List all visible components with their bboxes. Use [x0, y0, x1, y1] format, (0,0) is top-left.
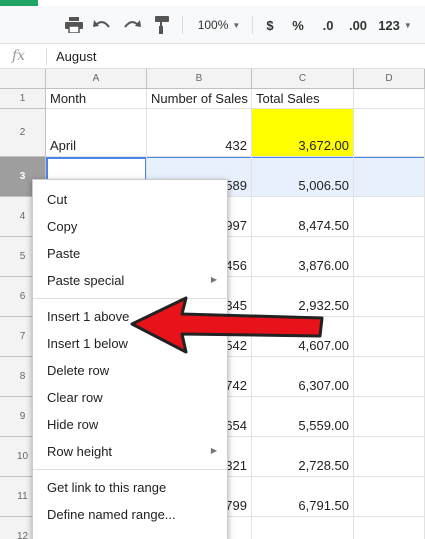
- cell-b1[interactable]: Number of Sales: [147, 89, 252, 109]
- row-header[interactable]: 1: [0, 89, 46, 109]
- column-header-b[interactable]: B: [147, 69, 252, 89]
- menu-item-label: Paste special: [47, 273, 125, 288]
- zoom-select[interactable]: 100% ▼: [194, 14, 244, 36]
- menu-item-label: Row height: [47, 444, 113, 459]
- redo-icon[interactable]: [122, 14, 142, 36]
- undo-icon[interactable]: [92, 14, 112, 36]
- cell-a2[interactable]: April: [46, 109, 147, 157]
- menu-item-label: Delete row: [47, 363, 110, 378]
- cell-c2[interactable]: 3,672.00: [252, 109, 354, 157]
- currency-format-button[interactable]: $: [262, 14, 278, 36]
- cell-d3[interactable]: [354, 157, 425, 197]
- formula-input[interactable]: August: [56, 49, 96, 64]
- paint-format-icon[interactable]: [152, 14, 172, 36]
- row-header[interactable]: 2: [0, 109, 46, 157]
- cell-c4[interactable]: 8,474.50: [252, 197, 354, 237]
- cell-d12[interactable]: [354, 517, 425, 539]
- print-icon[interactable]: [64, 14, 84, 36]
- cell-c5[interactable]: 3,876.00: [252, 237, 354, 277]
- cell-d9[interactable]: [354, 397, 425, 437]
- menu-item-label: Paste: [47, 246, 81, 261]
- column-header-d[interactable]: D: [354, 69, 425, 89]
- cell-a1[interactable]: Month: [46, 89, 147, 109]
- decrease-decimal-label: .0: [322, 17, 334, 33]
- cell-b2[interactable]: 432: [147, 109, 252, 157]
- menu-item-clear-row[interactable]: Clear row: [33, 384, 227, 411]
- more-formats-button[interactable]: 123 ▼: [378, 14, 412, 36]
- cell-c12[interactable]: [252, 517, 354, 539]
- menu-item-hide-row[interactable]: Hide row: [33, 411, 227, 438]
- cell-d2[interactable]: [354, 109, 425, 157]
- zoom-value: 100%: [197, 18, 229, 32]
- cell-d5[interactable]: [354, 237, 425, 277]
- percent-format-button[interactable]: %: [290, 14, 306, 36]
- menu-item-paste[interactable]: Paste: [33, 240, 227, 267]
- menu-item-paste-special[interactable]: Paste special ▶: [33, 267, 227, 294]
- increase-decimal-button[interactable]: .00: [346, 14, 370, 36]
- menu-item-copy[interactable]: Copy: [33, 213, 227, 240]
- menu-item-define-named-range[interactable]: Define named range...: [33, 501, 227, 528]
- cell-d11[interactable]: [354, 477, 425, 517]
- cell-d7[interactable]: [354, 317, 425, 357]
- cell-c1[interactable]: Total Sales: [252, 89, 354, 109]
- menu-item-get-link[interactable]: Get link to this range: [33, 474, 227, 501]
- menu-item-label: Clear row: [47, 390, 103, 405]
- cell-d10[interactable]: [354, 437, 425, 477]
- column-header-c[interactable]: C: [252, 69, 354, 89]
- menu-item-label: Copy: [47, 219, 78, 234]
- select-all-corner[interactable]: [0, 69, 46, 89]
- annotation-arrow-icon: [130, 296, 324, 354]
- context-menu: Cut Copy Paste Paste special ▶ Insert 1 a…: [32, 179, 228, 539]
- cell-d8[interactable]: [354, 357, 425, 397]
- toolbar-divider: [252, 16, 253, 34]
- submenu-arrow-icon: ▶: [210, 446, 217, 455]
- cell-d4[interactable]: [354, 197, 425, 237]
- chevron-down-icon: ▼: [403, 20, 412, 30]
- cell-c8[interactable]: 6,307.00: [252, 357, 354, 397]
- cell-d1[interactable]: [354, 89, 425, 109]
- menu-item-label: Insert 1 below: [47, 336, 128, 351]
- cell-c3[interactable]: 5,006.50: [252, 157, 354, 197]
- cell-c9[interactable]: 5,559.00: [252, 397, 354, 437]
- cell-c10[interactable]: 2,728.50: [252, 437, 354, 477]
- menu-item-cut[interactable]: Cut: [33, 186, 227, 213]
- formula-bar: fx August: [0, 44, 425, 69]
- column-header-a[interactable]: A: [46, 69, 147, 89]
- more-formats-label: 123: [378, 17, 400, 33]
- menu-item-delete-row[interactable]: Delete row: [33, 357, 227, 384]
- toolbar-divider: [182, 16, 183, 34]
- decrease-decimal-button[interactable]: .0: [318, 14, 338, 36]
- menu-divider: [33, 469, 227, 470]
- menu-item-label: Insert 1 above: [47, 309, 130, 324]
- increase-decimal-label: .00: [348, 17, 368, 33]
- menu-item-label: Hide row: [47, 417, 99, 432]
- menu-item-row-height[interactable]: Row height ▶: [33, 438, 227, 465]
- menu-item-label: Cut: [47, 192, 68, 207]
- submenu-arrow-icon: ▶: [210, 275, 217, 284]
- menu-item-label: Define named range...: [47, 507, 176, 522]
- formula-divider: [46, 48, 47, 65]
- toolbar: 100% ▼ $ % .0 .00 123 ▼: [0, 6, 425, 44]
- fx-icon: fx: [12, 48, 26, 64]
- chevron-down-icon: ▼: [232, 20, 241, 30]
- menu-item-label: Get link to this range: [47, 480, 167, 495]
- cell-c11[interactable]: 6,791.50: [252, 477, 354, 517]
- cell-d6[interactable]: [354, 277, 425, 317]
